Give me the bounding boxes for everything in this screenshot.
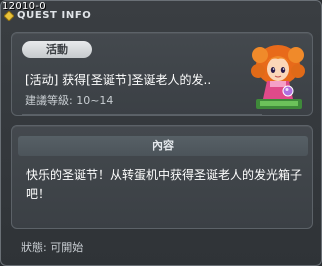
quest-name: [活动] 获得[圣诞节]圣诞老人的发.. <box>25 73 212 87</box>
quest-id: 12010-0 <box>2 1 46 12</box>
title-bar[interactable]: QUEST INFO <box>1 1 321 25</box>
quest-content-panel: 內容 快乐的圣诞节！从转蛋机中获得圣诞老人的发光箱子吧！ <box>11 125 313 229</box>
quest-description: 快乐的圣诞节！从转蛋机中获得圣诞老人的发光箱子吧！ <box>26 168 303 201</box>
npc-portrait <box>251 45 305 109</box>
quest-diamond-icon <box>4 11 14 21</box>
content-header: 內容 <box>18 136 308 156</box>
divider <box>22 114 262 115</box>
quest-status: 狀態: 可開始 <box>21 241 84 254</box>
quest-summary-panel: 活動 [活动] 获得[圣诞节]圣诞老人的发.. 建議等級: 10~14 <box>11 32 313 116</box>
category-badge: 活動 <box>22 41 92 58</box>
level-requirement: 建議等級: 10~14 <box>25 94 114 107</box>
quest-info-window: QUEST INFO 12010-0 活動 [活动] 获得[圣诞节]圣诞老人的发… <box>0 0 322 266</box>
